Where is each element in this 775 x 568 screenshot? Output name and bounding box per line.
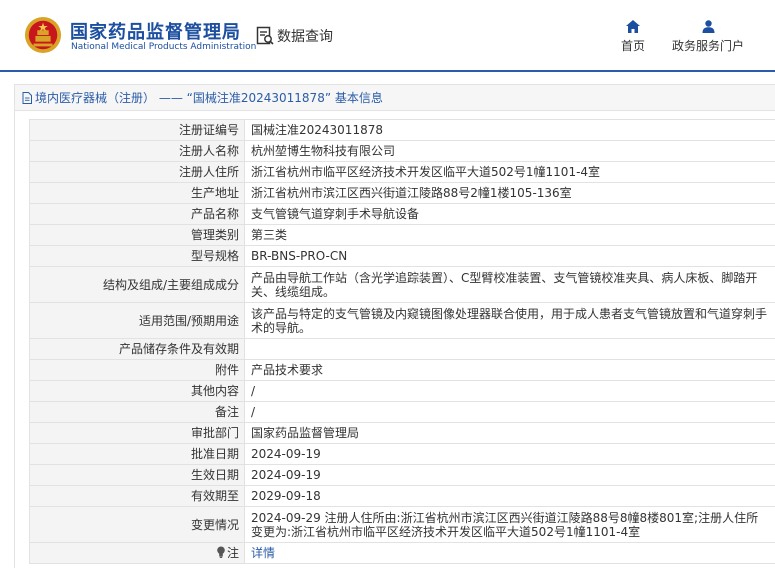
note-value-cell: 详情 <box>244 542 775 564</box>
table-row: 审批部门 国家药品监督管理局 <box>29 422 775 444</box>
breadcrumb-text: 境内医疗器械（注册） —— “国械注准20243011878” 基本信息 <box>35 91 383 105</box>
note-label: 注 <box>226 546 239 560</box>
field-value: 2024-09-19 <box>244 464 775 486</box>
field-value: 支气管镜气道穿刺手术导航设备 <box>244 203 775 225</box>
field-value: / <box>244 380 775 402</box>
field-label: 产品名称 <box>29 203 245 225</box>
table-row: 附件 产品技术要求 <box>29 359 775 381</box>
field-value: 2024-09-19 <box>244 443 775 465</box>
table-row: 注册人名称 杭州堃博生物科技有限公司 <box>29 140 775 162</box>
field-label: 结构及组成/主要组成成分 <box>29 266 245 303</box>
field-label: 注册证编号 <box>29 119 245 141</box>
table-row: 注册人住所 浙江省杭州市临平区经济技术开发区临平大道502号1幢1101-4室 <box>29 161 775 183</box>
field-value: BR-BNS-PRO-CN <box>244 245 775 267</box>
field-label: 适用范围/预期用途 <box>29 302 245 339</box>
note-label-cell: 注 <box>29 542 245 564</box>
lightbulb-icon <box>217 546 225 558</box>
table-row: 变更情况 2024-09-29 注册人住所由:浙江省杭州市滨江区西兴街道江陵路88… <box>29 506 775 543</box>
field-value: 浙江省杭州市滨江区西兴街道江陵路88号2幢1楼105-136室 <box>244 182 775 204</box>
table-row: 产品储存条件及有效期 <box>29 338 775 360</box>
field-label: 生产地址 <box>29 182 245 204</box>
site-subtitle: National Medical Products Administration <box>71 42 257 52</box>
nav-home[interactable]: 首页 <box>619 20 647 54</box>
table-row: 型号规格 BR-BNS-PRO-CN <box>29 245 775 267</box>
field-label: 附件 <box>29 359 245 381</box>
site-header: 国家药品监督管理局 National Medical Products Admi… <box>0 0 775 72</box>
detail-link[interactable]: 详情 <box>251 546 275 560</box>
field-label: 产品储存条件及有效期 <box>29 338 245 360</box>
field-value: 该产品与特定的支气管镜及内窥镜图像处理器联合使用，用于成人患者支气管镜放置和气道… <box>244 302 775 339</box>
table-row: 注详情 <box>29 542 775 564</box>
user-icon <box>702 20 714 33</box>
field-label: 注册人住所 <box>29 161 245 183</box>
table-row: 有效期至 2029-09-18 <box>29 485 775 507</box>
detail-panel: 境内医疗器械（注册） —— “国械注准20243011878” 基本信息 注册证… <box>14 84 775 568</box>
field-value: 2024-09-29 注册人住所由:浙江省杭州市滨江区西兴街道江陵路88号8幢8… <box>244 506 775 543</box>
table-row: 注册证编号 国械注准20243011878 <box>29 119 775 141</box>
table-row: 其他内容 / <box>29 380 775 402</box>
field-value: 第三类 <box>244 224 775 246</box>
table-row: 结构及组成/主要组成成分 产品由导航工作站（含光学追踪装置）、C型臂校准装置、支气… <box>29 266 775 303</box>
field-label: 批准日期 <box>29 443 245 465</box>
national-emblem-logo[interactable] <box>24 16 62 54</box>
field-value: / <box>244 401 775 423</box>
table-row: 管理类别 第三类 <box>29 224 775 246</box>
field-value: 产品技术要求 <box>244 359 775 381</box>
site-title[interactable]: 国家药品监督管理局 <box>70 18 241 44</box>
field-label: 其他内容 <box>29 380 245 402</box>
field-label: 有效期至 <box>29 485 245 507</box>
field-value: 杭州堃博生物科技有限公司 <box>244 140 775 162</box>
data-query-label: 数据查询 <box>277 29 333 45</box>
home-icon <box>626 20 640 33</box>
field-label: 管理类别 <box>29 224 245 246</box>
field-label: 注册人名称 <box>29 140 245 162</box>
table-row: 生产地址 浙江省杭州市滨江区西兴街道江陵路88号2幢1楼105-136室 <box>29 182 775 204</box>
data-query-icon <box>256 26 274 45</box>
field-value <box>244 338 775 360</box>
field-value: 产品由导航工作站（含光学追踪装置）、C型臂校准装置、支气管镜校准夹具、病人床板、… <box>244 266 775 303</box>
field-label: 变更情况 <box>29 506 245 543</box>
table-row: 产品名称 支气管镜气道穿刺手术导航设备 <box>29 203 775 225</box>
field-label: 型号规格 <box>29 245 245 267</box>
document-icon <box>22 91 32 104</box>
info-table: 注册证编号 国械注准20243011878 注册人名称 杭州堃博生物科技有限公司 注册人… <box>29 119 775 564</box>
nav-service-portal-label: 政务服务门户 <box>671 39 744 53</box>
nav-service-portal[interactable]: 政务服务门户 <box>670 20 746 54</box>
field-label: 生效日期 <box>29 464 245 486</box>
field-value: 国家药品监督管理局 <box>244 422 775 444</box>
breadcrumb: 境内医疗器械（注册） —— “国械注准20243011878” 基本信息 <box>15 85 775 111</box>
field-label: 备注 <box>29 401 245 423</box>
table-row: 备注 / <box>29 401 775 423</box>
field-value: 浙江省杭州市临平区经济技术开发区临平大道502号1幢1101-4室 <box>244 161 775 183</box>
nav-home-label: 首页 <box>620 39 645 53</box>
field-label: 审批部门 <box>29 422 245 444</box>
table-row: 生效日期 2024-09-19 <box>29 464 775 486</box>
field-value: 国械注准20243011878 <box>244 119 775 141</box>
data-query-link[interactable]: 数据查询 <box>256 26 333 46</box>
field-value: 2029-09-18 <box>244 485 775 507</box>
table-row: 批准日期 2024-09-19 <box>29 443 775 465</box>
table-row: 适用范围/预期用途 该产品与特定的支气管镜及内窥镜图像处理器联合使用，用于成人患者… <box>29 302 775 339</box>
